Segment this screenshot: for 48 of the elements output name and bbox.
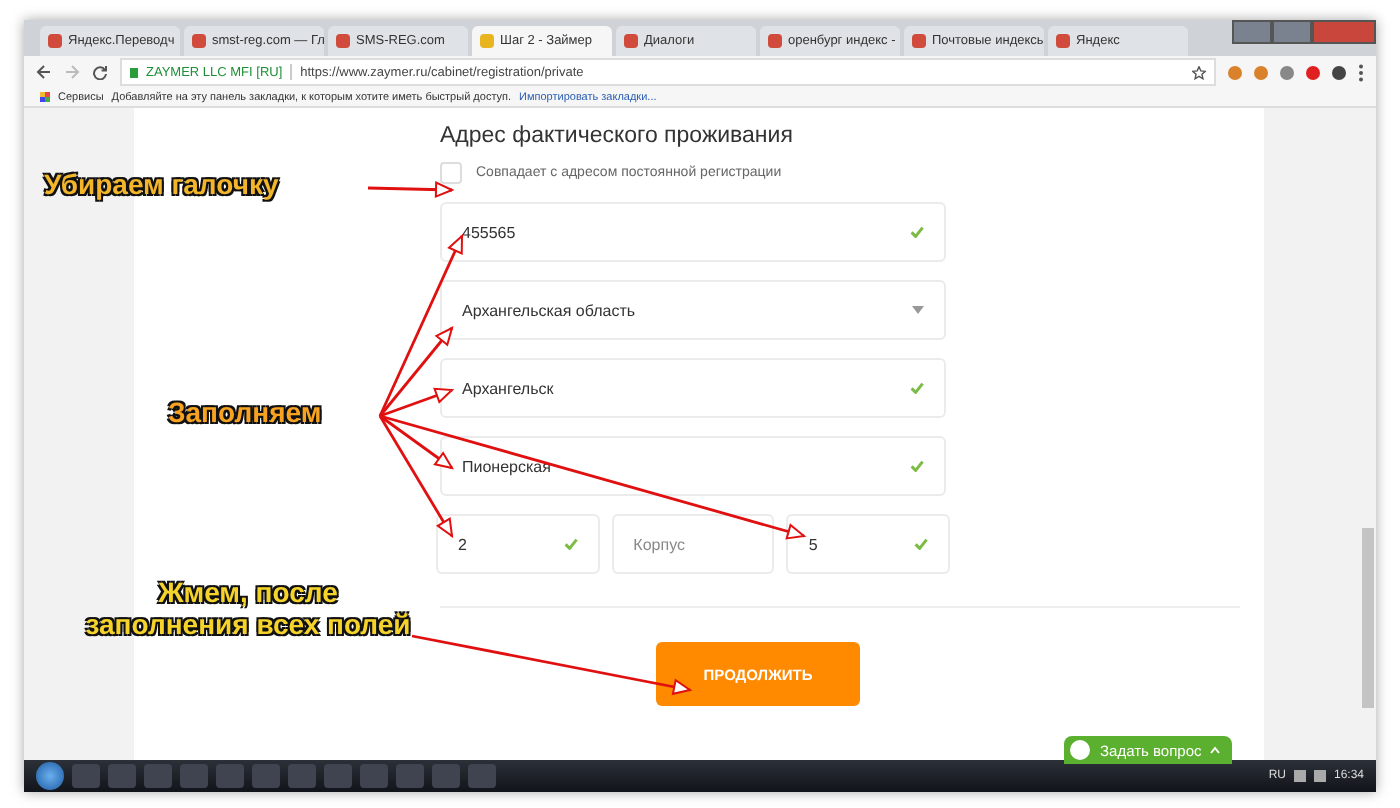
taskbar-app-icon[interactable] [180,764,208,788]
reload-icon[interactable] [92,64,108,80]
close-button[interactable] [1312,20,1376,44]
taskbar-app-icon[interactable] [252,764,280,788]
favicon-icon [1056,34,1070,48]
annotation-label: Жмем, после заполнения всех полей [83,576,413,641]
taskbar-app-icon[interactable] [360,764,388,788]
favicon-icon [480,34,494,48]
region-dropdown[interactable]: Архангельская область [440,280,946,340]
taskbar-app-icon[interactable] [288,764,316,788]
taskbar-app-icon[interactable] [324,764,352,788]
bookmark-star-icon[interactable] [1192,65,1206,79]
checkbox[interactable] [440,162,462,184]
taskbar-app-icon[interactable] [432,764,460,788]
lock-icon [130,67,138,77]
taskbar-app-icon[interactable] [108,764,136,788]
input-field[interactable]: 5 [786,514,951,574]
favicon-icon [624,34,638,48]
arrow [367,181,455,199]
taskbar-app-icon[interactable] [216,764,244,788]
tray-icon[interactable] [1293,770,1306,782]
volume-icon[interactable] [1313,770,1326,782]
input-field[interactable]: Архангельск [440,358,946,418]
annotation-label: Заполняем [168,396,322,429]
section-heading: Адрес фактического проживания [440,124,795,148]
maximize-button[interactable] [1272,20,1312,44]
favicon-icon [336,34,350,48]
favicon-icon [768,34,782,48]
input-field[interactable]: 455565 [440,202,946,262]
start-button[interactable] [36,762,64,790]
forward-icon[interactable] [64,64,80,80]
input-field[interactable]: 2 [436,514,600,574]
favicon-icon [48,34,62,48]
apps-icon[interactable] [40,92,50,102]
favicon-icon [192,34,206,48]
input-field[interactable]: Корпус [611,514,775,574]
caret-up-icon [1209,746,1220,754]
taskbar-app-icon[interactable] [144,764,172,788]
back-icon[interactable] [36,64,52,80]
annotation-label: Убираем галочку [44,168,279,201]
scrollbar[interactable] [1362,528,1374,708]
taskbar-app-icon[interactable] [396,764,424,788]
taskbar-app-icon[interactable] [468,764,496,788]
minimize-button[interactable] [1232,20,1272,44]
input-field[interactable]: Пионерская [440,436,946,496]
caret-icon [912,306,924,314]
favicon-icon [912,34,926,48]
menu-icon[interactable] [1358,63,1364,81]
